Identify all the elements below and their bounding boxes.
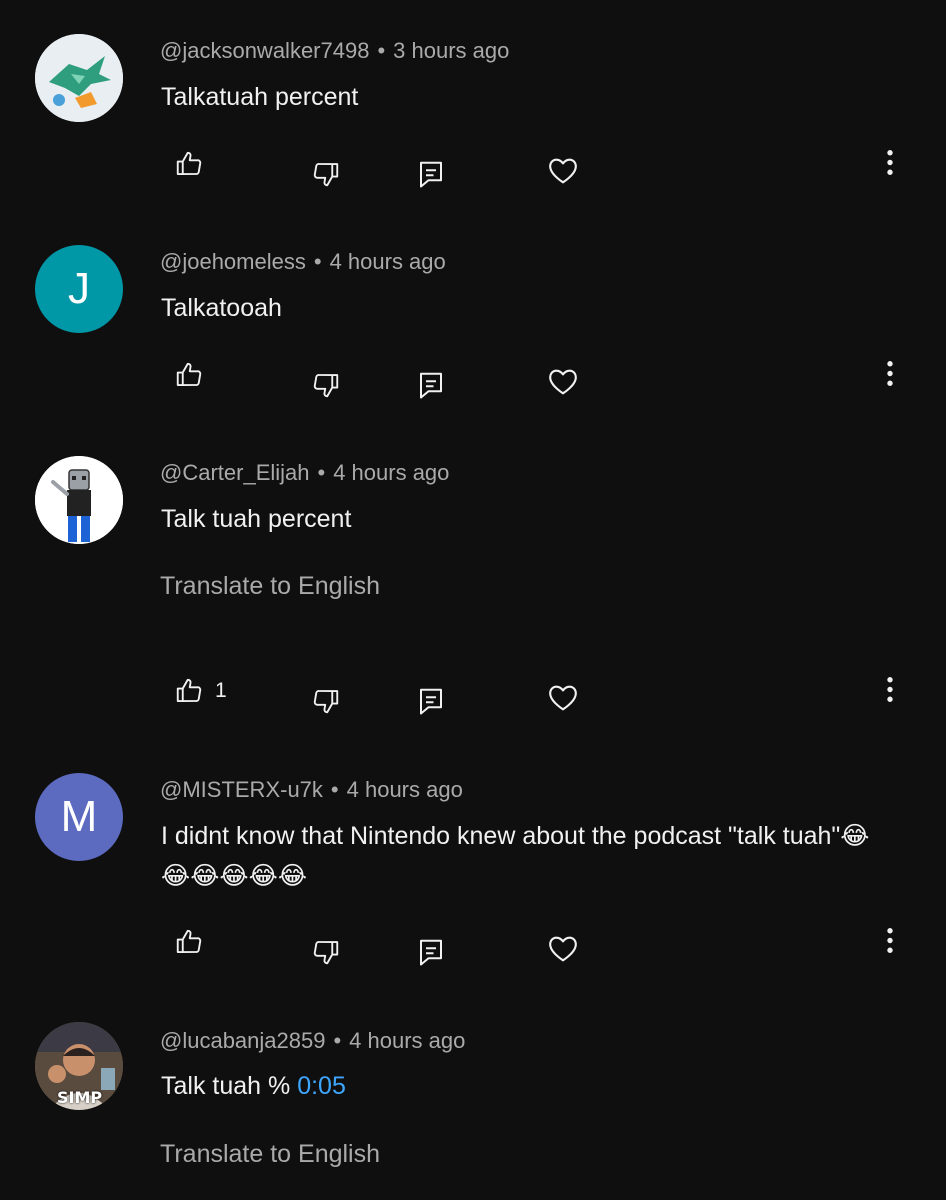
comment-text: Talk tuah % 0:05 — [161, 1066, 881, 1106]
comment-body: I didnt know that Nintendo knew about th… — [161, 822, 870, 890]
comment-handle[interactable]: @jacksonwalker7498 — [160, 38, 369, 63]
heart-button[interactable] — [545, 680, 581, 716]
reply-icon — [420, 372, 442, 399]
heart-button[interactable] — [545, 931, 581, 967]
comment-meta: @joehomeless • 4 hours ago — [160, 249, 446, 275]
comment-time: 4 hours ago — [349, 1028, 466, 1053]
like-button[interactable] — [171, 146, 207, 182]
reply-icon — [420, 161, 442, 188]
comment-handle[interactable]: @MISTERX-u7k — [160, 777, 323, 802]
meta-separator: • — [313, 249, 322, 274]
more-options-button[interactable] — [872, 146, 908, 182]
avatar-letter: M — [60, 792, 98, 841]
green-dragon-avatar-icon — [35, 34, 123, 122]
like-button[interactable] — [171, 357, 207, 393]
more-vert-icon — [887, 361, 893, 386]
dislike-button[interactable] — [308, 367, 344, 403]
thumbs-down-icon — [313, 690, 339, 714]
translate-link[interactable]: Translate to English — [160, 1140, 380, 1169]
meta-separator: • — [317, 460, 326, 485]
thumbs-up-icon — [176, 678, 202, 702]
thumbs-down-icon — [313, 941, 339, 965]
reply-button[interactable] — [413, 156, 449, 192]
comment-handle[interactable]: @lucabanja2859 — [160, 1028, 325, 1053]
comment-meta: @MISTERX-u7k • 4 hours ago — [160, 777, 463, 803]
avatar-caption: SIMP — [57, 1088, 103, 1107]
thumbs-up-icon — [176, 151, 202, 175]
comment-body: Talkatooah — [161, 294, 282, 322]
comment-actions: 1 — [0, 673, 946, 717]
comment-time: 4 hours ago — [333, 460, 450, 485]
heart-button[interactable] — [545, 153, 581, 189]
avatar[interactable] — [35, 456, 123, 544]
comment-time: 4 hours ago — [346, 777, 463, 802]
comment-body: Talk tuah percent — [161, 505, 352, 533]
thumbs-up-icon — [176, 362, 202, 386]
reply-button[interactable] — [413, 367, 449, 403]
like-count: 1 — [215, 679, 227, 702]
comment-time: 4 hours ago — [329, 249, 446, 274]
like-button[interactable] — [171, 924, 207, 960]
comment-handle[interactable]: @joehomeless — [160, 249, 306, 274]
meta-separator: • — [330, 777, 339, 802]
thumbs-up-icon — [176, 929, 202, 953]
comment-body: Talkatuah percent — [161, 83, 359, 111]
thumbs-down-icon — [313, 163, 339, 187]
more-vert-icon — [887, 150, 893, 175]
heart-icon — [549, 936, 577, 962]
reply-button[interactable] — [413, 683, 449, 719]
avatar[interactable]: SIMP — [35, 1022, 123, 1110]
heart-button[interactable] — [545, 364, 581, 400]
dislike-button[interactable] — [308, 683, 344, 719]
comment-text: I didnt know that Nintendo knew about th… — [161, 816, 881, 896]
cartoon-character-avatar-icon — [35, 456, 123, 544]
avatar[interactable]: J — [35, 245, 123, 333]
comment-actions — [0, 357, 946, 401]
reply-button[interactable] — [413, 934, 449, 970]
more-vert-icon — [887, 928, 893, 953]
more-options-button[interactable] — [872, 673, 908, 709]
comment-text: Talkatuah percent — [161, 77, 881, 117]
more-options-button[interactable] — [872, 357, 908, 393]
comment-actions — [0, 924, 946, 968]
avatar-letter: J — [68, 264, 90, 313]
comment-actions — [0, 146, 946, 190]
comment-handle[interactable]: @Carter_Elijah — [160, 460, 310, 485]
reply-icon — [420, 688, 442, 715]
comment-time: 3 hours ago — [393, 38, 510, 63]
heart-icon — [549, 685, 577, 711]
translate-link[interactable]: Translate to English — [160, 572, 380, 601]
timestamp-link[interactable]: 0:05 — [297, 1072, 346, 1100]
heart-icon — [549, 158, 577, 184]
comment-body: Talk tuah % — [161, 1072, 298, 1100]
dislike-button[interactable] — [308, 934, 344, 970]
meta-separator: • — [333, 1028, 342, 1053]
heart-icon — [549, 369, 577, 395]
avatar[interactable]: M — [35, 773, 123, 861]
comment-text: Talkatooah — [161, 288, 881, 328]
meta-separator: • — [377, 38, 386, 63]
dislike-button[interactable] — [308, 156, 344, 192]
comment-meta: @lucabanja2859 • 4 hours ago — [160, 1028, 465, 1054]
like-button[interactable] — [171, 673, 207, 709]
comment-meta: @jacksonwalker7498 • 3 hours ago — [160, 38, 509, 64]
reply-icon — [420, 939, 442, 966]
more-options-button[interactable] — [872, 924, 908, 960]
comment-meta: @Carter_Elijah • 4 hours ago — [160, 460, 449, 486]
more-vert-icon — [887, 677, 893, 702]
thumbs-down-icon — [313, 374, 339, 398]
avatar[interactable] — [35, 34, 123, 122]
comment-text: Talk tuah percent — [161, 499, 881, 539]
